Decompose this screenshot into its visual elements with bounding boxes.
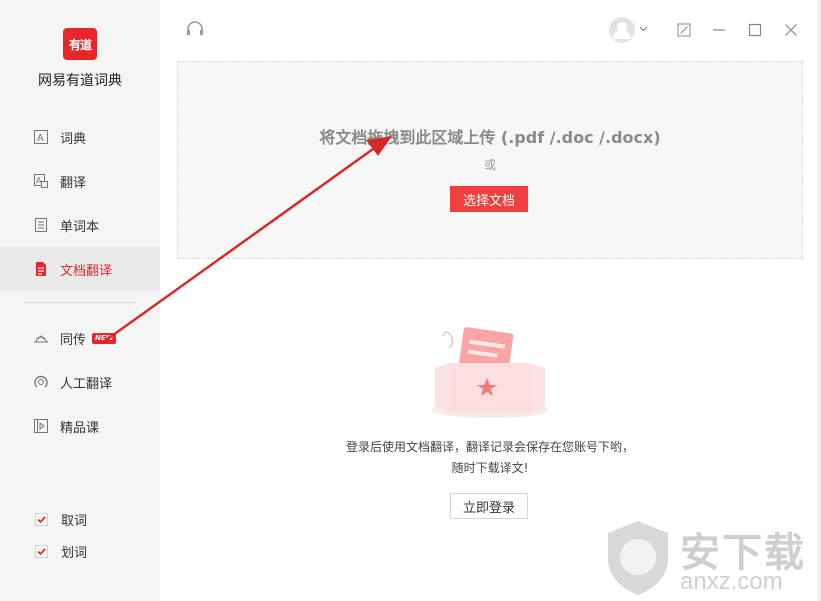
or-text: 或 xyxy=(483,158,496,172)
dictionary-icon: A xyxy=(32,128,50,146)
sidebar-item-label: 人工翻译 xyxy=(60,376,113,392)
login-prompt-line-1: 登录后使用文档翻译，翻译记录会保存在您账号下哟， xyxy=(345,440,634,454)
sidebar-item-label: 文档翻译 xyxy=(60,263,113,279)
sidebar-item-label: 词典 xyxy=(60,131,87,147)
headset-icon[interactable] xyxy=(184,18,206,40)
sidebar-nav-secondary: 同传 NEW 人工翻译 精品课 xyxy=(0,316,160,448)
sidebar-item-label: 同传 xyxy=(60,332,87,348)
sidebar-nav: A 词典 A 翻译 单词本 文档翻译 xyxy=(0,115,160,291)
app-name: 网易有道词典 xyxy=(38,73,122,89)
sidebar-item-dictionary[interactable]: A 词典 xyxy=(0,115,160,159)
login-button[interactable]: 立即登录 xyxy=(450,493,528,519)
select-word-toggle[interactable]: 划词 xyxy=(0,535,160,567)
check-label: 取词 xyxy=(61,513,88,529)
sidebar-divider xyxy=(24,302,136,303)
login-prompt-text: 登录后使用文档翻译，翻译记录会保存在您账号下哟， 随时下载译文! xyxy=(177,437,803,479)
interpret-icon xyxy=(32,329,50,347)
chevron-down-icon[interactable] xyxy=(638,24,648,34)
drop-zone-title: 将文档拖拽到此区域上传 (.pdf /.doc /.docx) xyxy=(319,128,661,147)
course-icon xyxy=(32,417,50,435)
sidebar-item-interpret[interactable]: 同传 NEW xyxy=(0,316,160,360)
sidebar-checks: 取词 划词 xyxy=(0,503,160,567)
document-icon xyxy=(32,260,50,278)
sidebar-item-human-translate[interactable]: 人工翻译 xyxy=(0,360,160,404)
login-prompt-line-2: 随时下载译文! xyxy=(451,461,529,475)
app-logo: 有道 xyxy=(63,28,97,60)
sidebar-item-document-translate[interactable]: 文档翻译 xyxy=(0,247,160,291)
close-icon[interactable] xyxy=(783,22,799,38)
sidebar-item-wordbook[interactable]: 单词本 xyxy=(0,203,160,247)
sidebar-item-translate[interactable]: A 翻译 xyxy=(0,159,160,203)
maximize-icon[interactable] xyxy=(747,22,763,38)
checkbox[interactable] xyxy=(35,512,48,526)
sidebar-item-label: 精品课 xyxy=(60,420,100,436)
human-translate-icon xyxy=(32,373,50,391)
watermark-domain: anxz.com xyxy=(680,568,783,595)
wordbook-icon xyxy=(32,216,50,234)
capture-word-toggle[interactable]: 取词 xyxy=(0,503,160,535)
checkbox[interactable] xyxy=(35,544,48,558)
check-label: 划词 xyxy=(61,545,88,561)
new-badge: NEW xyxy=(92,332,117,344)
choose-document-button[interactable]: 选择文档 xyxy=(450,186,528,212)
sidebar-item-course[interactable]: 精品课 xyxy=(0,404,160,448)
sidebar: 有道 网易有道词典 A 词典 A 翻译 单词本 文档翻译 同传 NEW 人工翻译… xyxy=(0,0,160,601)
translate-icon: A xyxy=(32,172,50,190)
sidebar-item-label: 单词本 xyxy=(60,219,100,235)
minimize-icon[interactable] xyxy=(711,22,727,38)
svg-text:A: A xyxy=(37,133,44,144)
sidebar-item-label: 翻译 xyxy=(60,175,87,191)
compact-mode-icon[interactable] xyxy=(676,22,692,38)
empty-state-illustration xyxy=(425,318,555,428)
file-drop-zone[interactable]: 将文档拖拽到此区域上传 (.pdf /.doc /.docx) 或 选择文档 xyxy=(177,61,803,259)
avatar[interactable] xyxy=(607,16,637,44)
